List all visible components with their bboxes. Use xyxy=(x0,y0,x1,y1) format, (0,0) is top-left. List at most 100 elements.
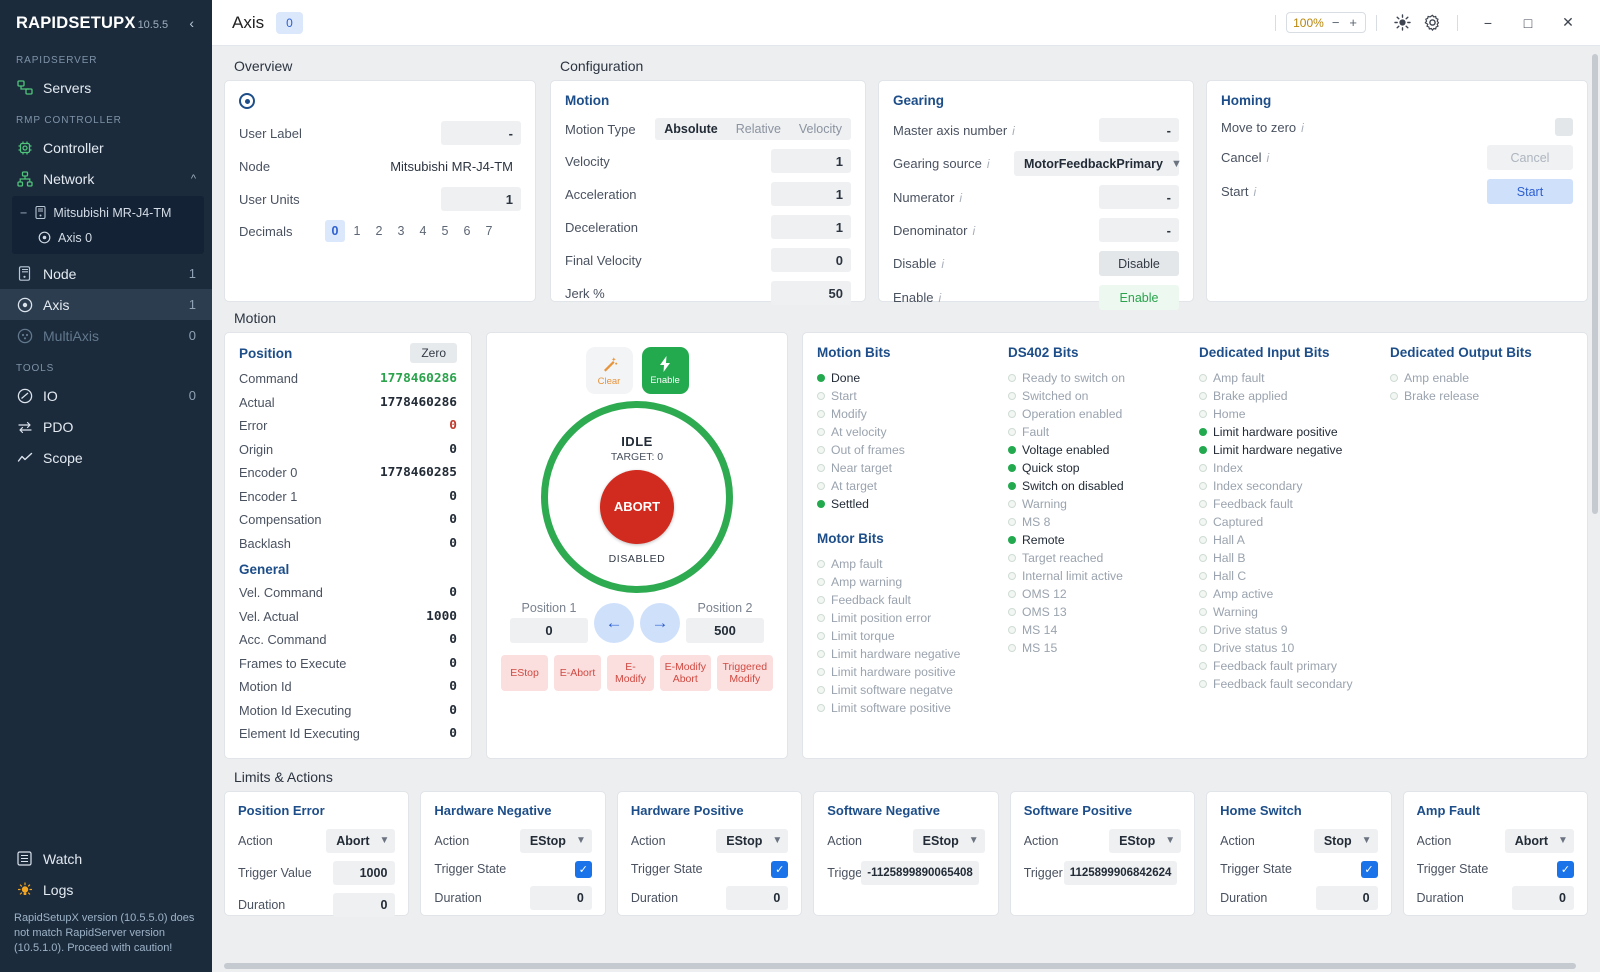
move-right-button[interactable]: → xyxy=(640,603,680,643)
denominator-input[interactable]: - xyxy=(1099,218,1179,242)
duration-input[interactable]: 0 xyxy=(1315,885,1378,910)
deceleration-input[interactable]: 1 xyxy=(771,215,851,239)
position2-input[interactable]: 500 xyxy=(686,618,764,643)
velocity-input[interactable]: 1 xyxy=(771,149,851,173)
info-icon[interactable]: i xyxy=(938,291,941,305)
duration-input[interactable]: 0 xyxy=(529,885,592,910)
bit-label: Limit software negatve xyxy=(831,683,953,697)
sidebar-item-scope[interactable]: Scope xyxy=(0,442,212,473)
e-abort-button[interactable]: E-Abort xyxy=(554,655,601,692)
decimals-option-0[interactable]: 0 xyxy=(325,220,345,242)
window-maximize-button[interactable]: □ xyxy=(1508,8,1548,38)
info-icon[interactable]: i xyxy=(972,224,975,238)
homing-start-button[interactable]: Start xyxy=(1487,179,1573,204)
final-velocity-input[interactable]: 0 xyxy=(771,248,851,272)
position1-input[interactable]: 0 xyxy=(510,618,588,643)
tree-collapse-icon[interactable]: − xyxy=(20,206,27,220)
chevron-down-icon: ▼ xyxy=(1170,157,1182,170)
motion-type-segmented-control[interactable]: Absolute Relative Velocity xyxy=(655,118,851,140)
abort-button[interactable]: ABORT xyxy=(600,469,674,544)
user-units-input[interactable]: 1 xyxy=(441,187,521,211)
duration-input[interactable]: 0 xyxy=(1511,885,1574,910)
info-icon[interactable]: i xyxy=(1012,124,1015,138)
zero-position-button[interactable]: Zero xyxy=(410,343,457,363)
sidebar-item-node[interactable]: Node 1 xyxy=(0,258,212,289)
zoom-control[interactable]: 100% − + xyxy=(1286,12,1366,33)
sidebar-item-controller[interactable]: Controller xyxy=(0,132,212,163)
decimals-option-6[interactable]: 6 xyxy=(457,220,477,242)
gearing-source-select[interactable]: MotorFeedbackPrimary ▼ xyxy=(1014,151,1182,176)
user-label-input[interactable]: - xyxy=(441,121,521,145)
sidebar-item-pdo[interactable]: PDO xyxy=(0,411,212,442)
sidebar-item-io[interactable]: IO 0 xyxy=(0,380,212,411)
row-label: Compensation xyxy=(239,512,322,528)
decimals-option-2[interactable]: 2 xyxy=(369,220,389,242)
motion-type-velocity[interactable]: Velocity xyxy=(790,118,851,140)
info-icon[interactable]: i xyxy=(1253,185,1256,199)
tree-node-axis0[interactable]: Axis 0 xyxy=(12,225,204,250)
move-left-button[interactable]: ← xyxy=(594,603,634,643)
action-select[interactable]: Stop ▼ xyxy=(1313,828,1378,853)
decimals-option-4[interactable]: 4 xyxy=(413,220,433,242)
info-icon[interactable]: i xyxy=(941,257,944,271)
trigger-state-checkbox[interactable]: ✓ xyxy=(1360,860,1378,878)
trigger-state-checkbox[interactable]: ✓ xyxy=(1556,860,1574,878)
settings-gear-button[interactable] xyxy=(1417,10,1447,36)
action-select[interactable]: EStop ▼ xyxy=(716,828,789,853)
e-modify-abort-button[interactable]: E-Modify Abort xyxy=(660,655,711,692)
clear-faults-button[interactable]: Clear xyxy=(585,347,633,394)
sidebar-collapse-icon[interactable]: ‹ xyxy=(185,14,198,32)
sidebar-item-axis[interactable]: Axis 1 xyxy=(0,289,212,320)
e-modify-button[interactable]: E-Modify xyxy=(607,655,654,692)
zoom-in-button[interactable]: + xyxy=(1347,15,1359,30)
sidebar-item-servers[interactable]: Servers xyxy=(0,72,212,103)
motion-type-relative[interactable]: Relative xyxy=(727,118,790,140)
zoom-out-button[interactable]: − xyxy=(1330,15,1342,30)
move-to-zero-toggle[interactable] xyxy=(1555,118,1573,136)
trigger-value-input[interactable]: -1125899890065408 xyxy=(861,860,979,885)
duration-input[interactable]: 0 xyxy=(726,885,789,910)
decimals-option-1[interactable]: 1 xyxy=(347,220,367,242)
sidebar-item-network[interactable]: Network ^ xyxy=(0,163,212,194)
sidebar-item-multiaxis[interactable]: MultiAxis 0 xyxy=(0,320,212,351)
homing-cancel-button[interactable]: Cancel xyxy=(1487,145,1573,170)
estop-button[interactable]: EStop xyxy=(501,655,548,692)
theme-toggle-button[interactable] xyxy=(1387,10,1417,36)
info-icon[interactable]: i xyxy=(1301,121,1304,135)
action-select[interactable]: Abort ▼ xyxy=(326,828,396,853)
motion-type-absolute[interactable]: Absolute xyxy=(655,118,726,140)
jerk-input[interactable]: 50 xyxy=(771,281,851,305)
window-minimize-button[interactable]: − xyxy=(1468,8,1508,38)
horizontal-scrollbar[interactable] xyxy=(224,963,1576,969)
info-icon[interactable]: i xyxy=(987,157,990,171)
numerator-input[interactable]: - xyxy=(1099,185,1179,209)
decimals-selector[interactable]: 0 1 2 3 4 5 6 7 xyxy=(325,220,499,242)
duration-input[interactable]: 0 xyxy=(333,892,396,917)
action-select[interactable]: EStop ▼ xyxy=(912,828,985,853)
vertical-scrollbar[interactable] xyxy=(1592,54,1598,514)
acceleration-input[interactable]: 1 xyxy=(771,182,851,206)
window-close-button[interactable]: ✕ xyxy=(1548,8,1588,38)
gearing-enable-button[interactable]: Enable xyxy=(1099,285,1179,310)
chevron-up-icon[interactable]: ^ xyxy=(191,173,196,185)
enable-axis-button[interactable]: Enable xyxy=(641,347,689,394)
sidebar-item-watch[interactable]: Watch xyxy=(0,843,212,874)
trigger-state-checkbox[interactable]: ✓ xyxy=(574,860,592,878)
tree-node-label: Axis 0 xyxy=(58,230,93,245)
trigger-state-checkbox[interactable]: ✓ xyxy=(771,860,789,878)
action-select[interactable]: Abort ▼ xyxy=(1504,828,1574,853)
decimals-option-5[interactable]: 5 xyxy=(435,220,455,242)
decimals-option-3[interactable]: 3 xyxy=(391,220,411,242)
info-icon[interactable]: i xyxy=(959,191,962,205)
trigger-value-input[interactable]: 1000 xyxy=(333,860,396,885)
sidebar-item-logs[interactable]: Logs xyxy=(0,874,212,905)
action-select[interactable]: EStop ▼ xyxy=(1109,828,1182,853)
master-axis-input[interactable]: - xyxy=(1099,118,1179,142)
triggered-modify-button[interactable]: Triggered Modify xyxy=(716,655,773,692)
info-icon[interactable]: i xyxy=(1266,151,1269,165)
action-select[interactable]: EStop ▼ xyxy=(519,828,592,853)
decimals-option-7[interactable]: 7 xyxy=(479,220,499,242)
gearing-disable-button[interactable]: Disable xyxy=(1099,251,1179,276)
trigger-value-input[interactable]: 1125899906842624 xyxy=(1063,860,1178,885)
tree-node-device[interactable]: − Mitsubishi MR-J4-TM xyxy=(12,200,204,225)
